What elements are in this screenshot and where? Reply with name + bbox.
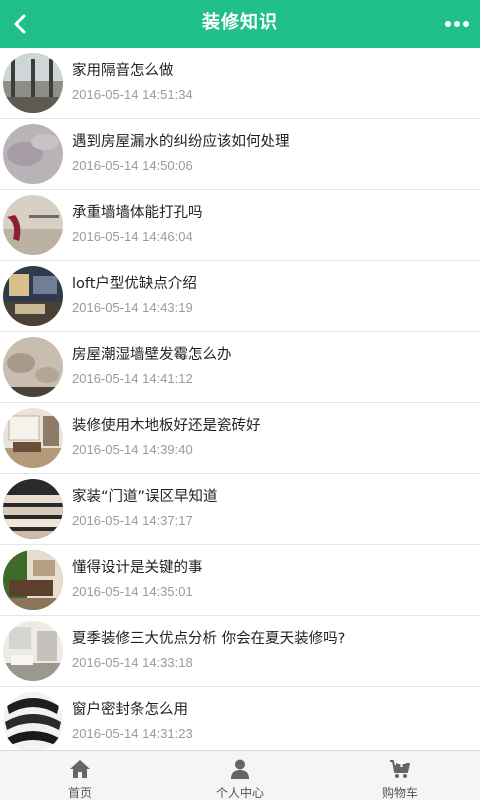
article-thumbnail (3, 408, 63, 468)
tab-user-center-label: 个人中心 (215, 786, 264, 800)
article-thumbnail (3, 53, 63, 113)
top-bar: 装修知识 (0, 0, 480, 48)
article-date: 2016-05-14 14:39:40 (72, 442, 193, 457)
article-title: 夏季装修三大优点分析 你会在夏天装修吗? (72, 631, 346, 647)
cart-icon (390, 759, 410, 778)
article-item[interactable]: 懂得设计是关键的事 2016-05-14 14:35:01 (0, 545, 480, 616)
bottom-tab-bar: 首页 个人中心 购物车 (0, 750, 480, 800)
tab-home-label: 首页 (67, 786, 92, 800)
article-thumbnail (3, 621, 63, 681)
article-item[interactable]: 夏季装修三大优点分析 你会在夏天装修吗? 2016-05-14 14:33:18 (0, 616, 480, 687)
article-date: 2016-05-14 14:50:06 (72, 158, 193, 173)
article-item[interactable]: 窗户密封条怎么用 2016-05-14 14:31:23 (0, 687, 480, 750)
article-title: 遇到房屋漏水的纠纷应该如何处理 (72, 134, 290, 150)
tab-cart[interactable]: 购物车 (320, 751, 480, 800)
article-title: 家用隔音怎么做 (72, 63, 174, 79)
article-date: 2016-05-14 14:41:12 (72, 371, 193, 386)
article-date: 2016-05-14 14:35:01 (72, 584, 193, 599)
more-menu-icon[interactable] (444, 12, 470, 36)
page-title: 装修知识 (202, 12, 278, 33)
article-date: 2016-05-14 14:37:17 (72, 513, 193, 528)
article-date: 2016-05-14 14:51:34 (72, 87, 193, 102)
article-title: 窗户密封条怎么用 (72, 702, 188, 718)
article-list: 家用隔音怎么做 2016-05-14 14:51:34 遇到房屋漏水的纠纷应该如… (0, 48, 480, 750)
article-date: 2016-05-14 14:31:23 (72, 726, 193, 741)
home-icon (70, 760, 90, 778)
article-title: loft户型优缺点介绍 (72, 276, 197, 292)
article-title: 承重墙墙体能打孔吗 (72, 205, 203, 221)
article-title: 懂得设计是关键的事 (72, 560, 203, 576)
article-item[interactable]: 房屋潮湿墙壁发霉怎么办 2016-05-14 14:41:12 (0, 332, 480, 403)
article-date: 2016-05-14 14:43:19 (72, 300, 193, 315)
article-item[interactable]: 承重墙墙体能打孔吗 2016-05-14 14:46:04 (0, 190, 480, 261)
tab-cart-label: 购物车 (381, 786, 418, 800)
article-thumbnail (3, 479, 63, 539)
article-title: 房屋潮湿墙壁发霉怎么办 (72, 347, 232, 363)
article-thumbnail (3, 195, 63, 255)
article-item[interactable]: 家装“门道”误区早知道 2016-05-14 14:37:17 (0, 474, 480, 545)
tab-home[interactable]: 首页 (0, 751, 160, 800)
article-thumbnail (3, 692, 63, 750)
article-item[interactable]: 装修使用木地板好还是瓷砖好 2016-05-14 14:39:40 (0, 403, 480, 474)
tab-user-center[interactable]: 个人中心 (160, 751, 320, 800)
user-icon (231, 759, 249, 779)
article-date: 2016-05-14 14:33:18 (72, 655, 193, 670)
article-item[interactable]: 家用隔音怎么做 2016-05-14 14:51:34 (0, 48, 480, 119)
article-title: 装修使用木地板好还是瓷砖好 (72, 418, 261, 434)
article-thumbnail (3, 337, 63, 397)
article-item[interactable]: loft户型优缺点介绍 2016-05-14 14:43:19 (0, 261, 480, 332)
article-thumbnail (3, 550, 63, 610)
article-item[interactable]: 遇到房屋漏水的纠纷应该如何处理 2016-05-14 14:50:06 (0, 119, 480, 190)
article-date: 2016-05-14 14:46:04 (72, 229, 193, 244)
article-thumbnail (3, 124, 63, 184)
article-thumbnail (3, 266, 63, 326)
article-title: 家装“门道”误区早知道 (72, 489, 218, 505)
